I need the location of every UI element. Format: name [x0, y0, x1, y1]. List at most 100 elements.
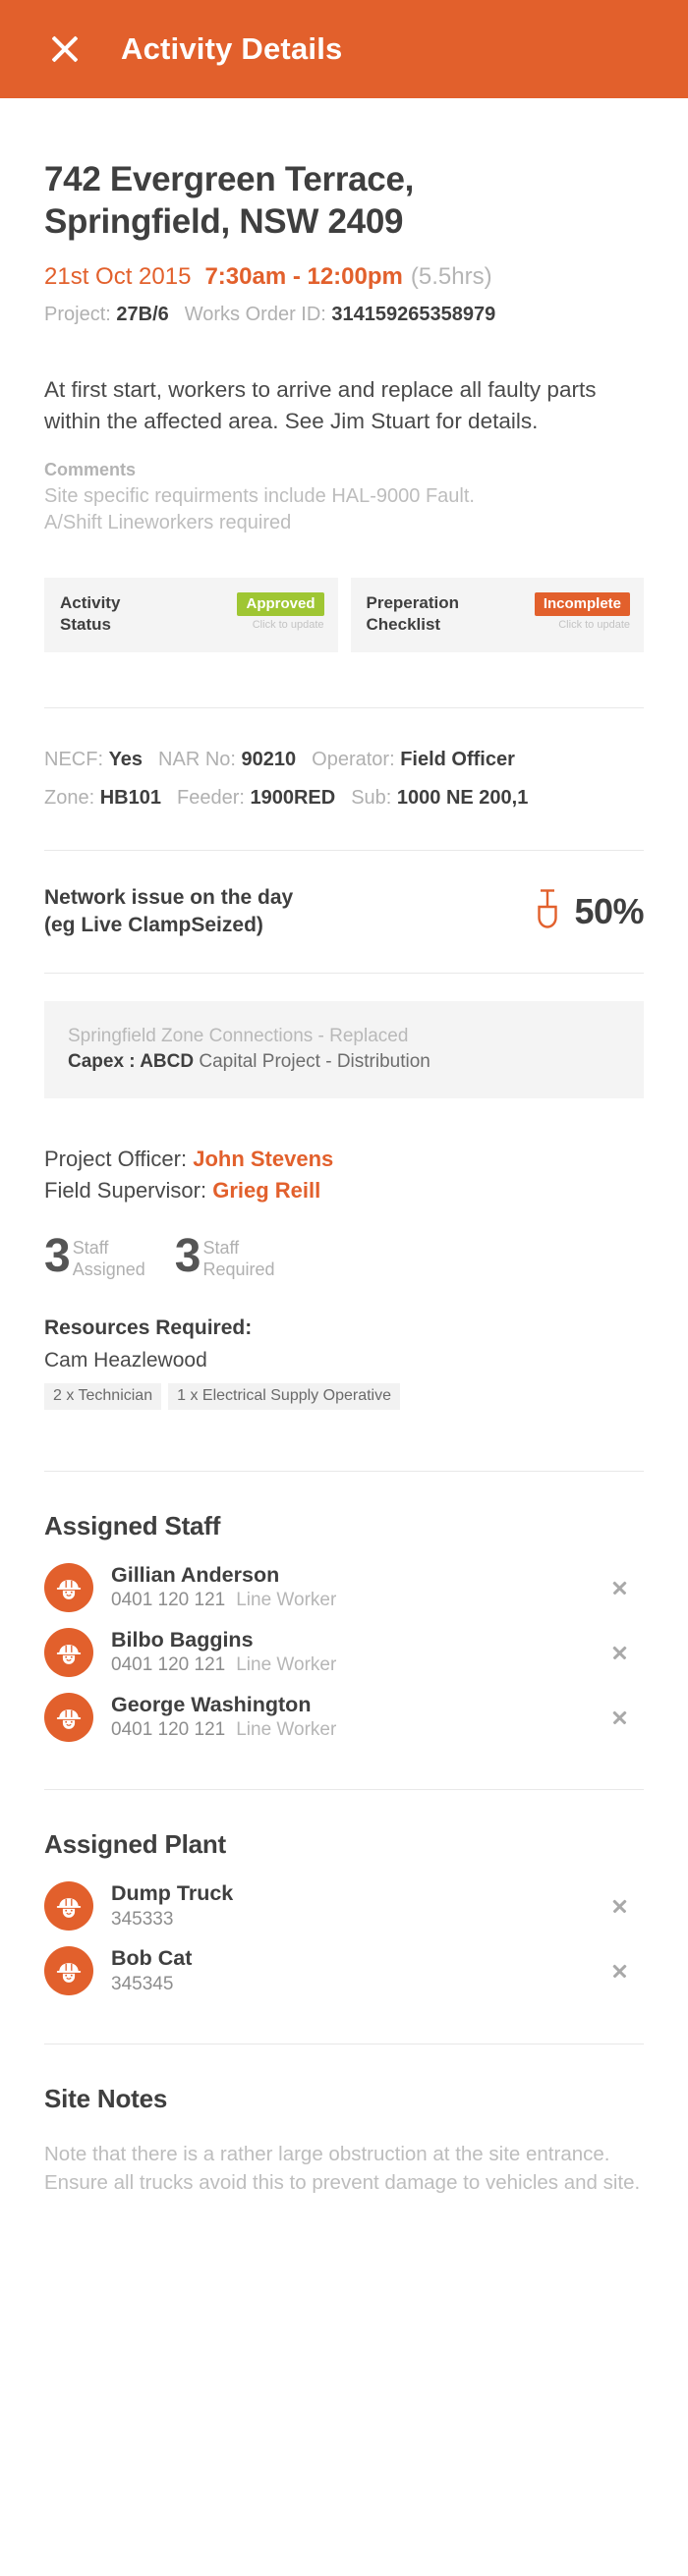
- activity-duration: (5.5hrs): [410, 263, 492, 291]
- staff-role: Line Worker: [236, 1590, 337, 1611]
- assigned-staff-title: Assigned Staff: [44, 1510, 221, 1540]
- remove-staff-icon[interactable]: [604, 1573, 634, 1602]
- preparation-checklist-card[interactable]: Preperation Checklist Incomplete Click t…: [350, 578, 644, 653]
- capex-description: Capital Project - Distribution: [199, 1051, 430, 1073]
- works-order-label: Works Order ID:: [184, 304, 326, 326]
- operator-label: Operator:: [312, 749, 395, 771]
- staff-contact: 0401 120 121 Line Worker: [111, 1719, 604, 1742]
- site-notes-section: Site Notes Note that there is a rather l…: [0, 2084, 688, 2198]
- staff-required-caption-line1: Staff: [202, 1237, 240, 1258]
- field-supervisor-row: Field Supervisor: Grieg Reill: [44, 1175, 644, 1205]
- network-issue-row: Network issue on the day (eg Live ClampS…: [44, 884, 644, 938]
- list-item[interactable]: George Washington 0401 120 121 Line Worke…: [44, 1685, 644, 1750]
- activity-status-card[interactable]: Activity Status Approved Click to update: [44, 578, 338, 653]
- list-item[interactable]: Gillian Anderson 0401 120 121 Line Worker: [44, 1555, 644, 1620]
- hardhat-worker-icon: [44, 1562, 93, 1612]
- hardhat-worker-icon: [44, 1881, 93, 1932]
- staff-name: George Washington: [111, 1693, 312, 1717]
- app-header: Activity Details: [0, 0, 688, 98]
- staff-counts: 3 Staff Assigned 3 Staff Required: [44, 1229, 644, 1282]
- plant-id: 345345: [111, 1973, 174, 1994]
- staff-assigned-caption: Staff Assigned: [73, 1238, 145, 1281]
- address-line-1: 742 Evergreen Terrace,: [44, 160, 415, 198]
- staff-info: Bilbo Baggins 0401 120 121 Line Worker: [111, 1628, 604, 1677]
- assigned-plant-title: Assigned Plant: [44, 1829, 227, 1860]
- project-label: Project:: [44, 304, 111, 326]
- comments-text: Site specific requirments include HAL-90…: [44, 483, 644, 535]
- detail-row-zone: Zone: HB101 Feeder: 1900RED Sub: 1000 NE 2…: [44, 786, 644, 811]
- feeder-label: Feeder:: [176, 787, 245, 810]
- remove-plant-icon[interactable]: [604, 1956, 634, 1986]
- staff-assigned-caption-line2: Assigned: [72, 1259, 145, 1279]
- hardhat-worker-icon: [44, 1627, 93, 1677]
- site-notes-text: Note that there is a rather large obstru…: [44, 2142, 641, 2195]
- activity-details-page: Activity Details 742 Evergreen Terrace, …: [0, 0, 688, 2198]
- activity-description: At first start, workers to arrive and re…: [44, 377, 597, 434]
- assigned-staff-section: Assigned Staff Gillian Anderson 0401 120…: [0, 1511, 688, 1750]
- preparation-checklist-value: Incomplete Click to update: [534, 592, 630, 632]
- list-item[interactable]: Bob Cat 345345: [44, 1938, 644, 2003]
- status-badge-approved[interactable]: Approved: [237, 592, 324, 617]
- site-address: 742 Evergreen Terrace, Springfield, NSW …: [44, 159, 644, 243]
- nar-no-label: NAR No:: [158, 749, 236, 771]
- capex-section: Springfield Zone Connections - Replaced …: [0, 1000, 688, 1099]
- capex-code: Capex : ABCD: [68, 1051, 195, 1073]
- list-item[interactable]: Dump Truck 345333: [44, 1874, 644, 1938]
- comments-label: Comments: [44, 460, 137, 480]
- activity-time-range: 7:30am - 12:00pm: [204, 263, 403, 291]
- capex-code-line: Capex : ABCD Capital Project - Distribut…: [68, 1051, 620, 1073]
- preparation-checklist-label-line2: Checklist: [366, 614, 441, 634]
- network-issue-percent: 50%: [574, 890, 644, 931]
- close-icon[interactable]: [44, 28, 86, 70]
- project-value: 27B/6: [116, 304, 169, 326]
- project-officer-name[interactable]: John Stevens: [193, 1147, 333, 1171]
- preparation-checklist-label: Preperation Checklist: [367, 592, 459, 636]
- field-supervisor-label: Field Supervisor:: [44, 1177, 207, 1203]
- activity-date: 21st Oct 2015: [44, 263, 192, 291]
- field-supervisor-name[interactable]: Grieg Reill: [212, 1178, 320, 1203]
- staff-info: Gillian Anderson 0401 120 121 Line Worker: [111, 1563, 604, 1612]
- network-issue-label: Network issue on the day (eg Live ClampS…: [44, 884, 293, 938]
- necf-label: NECF:: [44, 749, 103, 771]
- assigned-staff-list: Gillian Anderson 0401 120 121 Line Worker: [44, 1555, 644, 1750]
- staff-role: Line Worker: [236, 1654, 337, 1676]
- project-officer-label: Project Officer:: [44, 1147, 188, 1172]
- feeder-value: 1900RED: [250, 787, 336, 810]
- activity-status-label-line2: Status: [60, 614, 111, 634]
- capex-panel: Springfield Zone Connections - Replaced …: [44, 1000, 644, 1099]
- necf-value: Yes: [108, 749, 143, 771]
- operator-value: Field Officer: [400, 749, 515, 771]
- assigned-plant-section: Assigned Plant Dump Truck 345333 Bob Cat…: [0, 1829, 688, 2003]
- remove-staff-icon[interactable]: [604, 1703, 634, 1732]
- address-line-2: Springfield, NSW 2409: [44, 201, 404, 241]
- activity-status-value: Approved Click to update: [237, 592, 324, 631]
- plant-info: Bob Cat 345345: [111, 1946, 604, 1995]
- plant-name: Dump Truck: [111, 1881, 234, 1906]
- site-notes-title: Site Notes: [44, 2083, 168, 2113]
- officers-section: Project Officer: John Stevens Field Supe…: [0, 1144, 688, 1410]
- sub-value: 1000 NE 200,1: [396, 787, 529, 810]
- page-title: Activity Details: [121, 31, 343, 66]
- staff-required-number: 3: [174, 1229, 201, 1282]
- staff-info: George Washington 0401 120 121 Line Worke…: [111, 1693, 604, 1742]
- staff-contact: 0401 120 121 Line Worker: [111, 1590, 604, 1612]
- plant-name: Bob Cat: [111, 1946, 193, 1971]
- activity-status-label: Activity Status: [60, 592, 120, 636]
- remove-plant-icon[interactable]: [604, 1891, 634, 1921]
- staff-phone: 0401 120 121: [111, 1654, 226, 1676]
- status-cards: Activity Status Approved Click to update…: [44, 578, 644, 653]
- assigned-plant-list: Dump Truck 345333 Bob Cat 345345: [44, 1874, 644, 2003]
- resource-tag: 2 x Technician: [44, 1382, 162, 1410]
- comments-line-1: Site specific requirments include HAL-90…: [44, 485, 475, 508]
- resources-person: Cam Heazlewood: [44, 1348, 207, 1372]
- list-item[interactable]: Bilbo Baggins 0401 120 121 Line Worker: [44, 1620, 644, 1685]
- preparation-checklist-hint: Click to update: [558, 619, 630, 632]
- status-badge-incomplete[interactable]: Incomplete: [534, 592, 630, 617]
- network-issue-section: Network issue on the day (eg Live ClampS…: [0, 884, 688, 938]
- capex-top-line: Springfield Zone Connections - Replaced: [68, 1025, 409, 1046]
- detail-row-necf: NECF: Yes NAR No: 90210 Operator: Field Of…: [44, 748, 644, 772]
- resource-tag: 1 x Electrical Supply Operative: [168, 1382, 400, 1410]
- sub-label: Sub:: [351, 787, 392, 810]
- remove-staff-icon[interactable]: [604, 1638, 634, 1667]
- zone-value: HB101: [99, 787, 161, 810]
